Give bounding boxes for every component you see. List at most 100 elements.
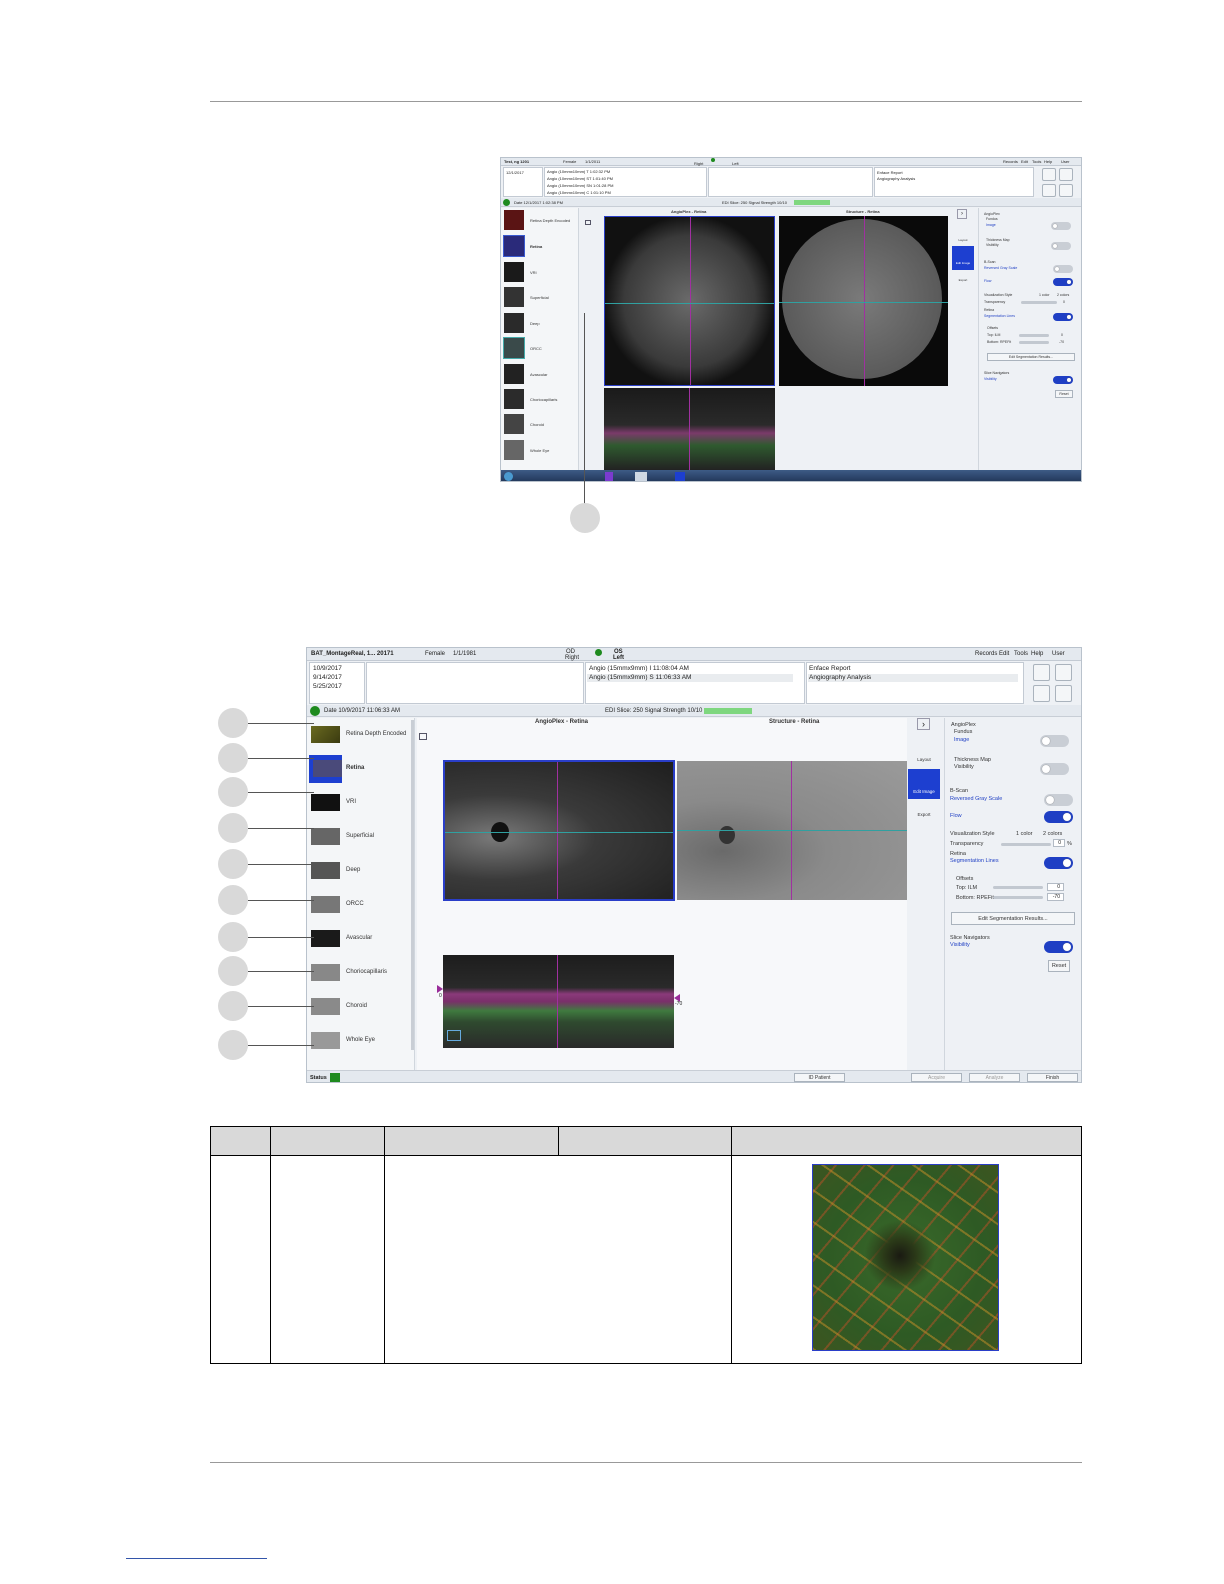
scan-item[interactable]: Angio (10mmx10mm) T 1:02:32 PM xyxy=(547,169,610,174)
structure-image[interactable] xyxy=(779,216,948,386)
report-list[interactable]: Enface Report Angiography Analysis xyxy=(874,167,1034,197)
thickness-map-toggle[interactable] xyxy=(1051,242,1071,250)
bscan-image[interactable] xyxy=(443,955,674,1048)
top-offset-slider[interactable] xyxy=(1019,334,1049,337)
menu-help[interactable]: Help xyxy=(1031,651,1043,657)
slice-navigator-horizontal[interactable] xyxy=(445,832,673,833)
bottom-offset-value[interactable]: -70 xyxy=(1059,340,1064,344)
scan-list[interactable]: Angio (10mmx10mm) T 1:02:32 PM Angio (10… xyxy=(544,167,707,197)
thumb-vri[interactable] xyxy=(504,262,524,282)
transparency-slider[interactable] xyxy=(1021,301,1057,304)
printer-icon[interactable] xyxy=(1033,685,1050,702)
menu-tools[interactable]: Tools xyxy=(1014,651,1028,657)
slice-navigator-horizontal[interactable] xyxy=(779,302,948,303)
top-offset-value[interactable]: 0 xyxy=(1061,333,1063,337)
menu-edit[interactable]: Edit xyxy=(1021,159,1028,164)
one-color-radio[interactable]: 1 color xyxy=(1016,831,1033,837)
finish-button[interactable]: Finish xyxy=(1027,1073,1078,1082)
trash-icon[interactable] xyxy=(1059,184,1073,197)
reversed-gray-toggle[interactable] xyxy=(1044,794,1073,806)
thumb-choroid[interactable] xyxy=(504,414,524,434)
thumb-whole-eye[interactable] xyxy=(311,1032,340,1049)
seg-lines-toggle[interactable] xyxy=(1053,313,1073,321)
bscan-slice-line[interactable] xyxy=(557,955,558,1048)
acquire-button[interactable]: Acquire xyxy=(911,1073,962,1082)
menu-tools[interactable]: Tools xyxy=(1032,159,1041,164)
printer-icon[interactable] xyxy=(1042,184,1056,197)
thumb-whole-eye[interactable] xyxy=(504,440,524,460)
slice-visibility-toggle[interactable] xyxy=(1053,376,1073,384)
slice-visibility-toggle[interactable] xyxy=(1044,941,1073,953)
reset-button[interactable]: Reset xyxy=(1048,960,1070,972)
eye-right-label[interactable]: Right xyxy=(694,161,703,166)
reset-button[interactable]: Reset xyxy=(1055,390,1073,398)
thumb-choriocapillaris[interactable] xyxy=(504,389,524,409)
visit-date-item[interactable]: 5/25/2017 xyxy=(313,683,342,690)
two-colors-radio[interactable]: 2 colors xyxy=(1043,831,1062,837)
reversed-gray-toggle[interactable] xyxy=(1053,265,1073,273)
trash-icon[interactable] xyxy=(1055,685,1072,702)
thumb-avascular[interactable] xyxy=(504,364,524,384)
angioplex-image[interactable] xyxy=(443,760,675,901)
flow-toggle[interactable] xyxy=(1044,811,1073,823)
thumb-orcc[interactable] xyxy=(503,337,525,359)
export-tool[interactable]: Export xyxy=(908,805,940,825)
scan-item[interactable]: Angio (10mmx10mm) SN 1:01:28 PM xyxy=(547,183,613,188)
scan-item[interactable]: Angio (10mmx10mm) C 1:01:10 PM xyxy=(547,190,611,195)
layout-grid-icon[interactable] xyxy=(419,733,427,740)
taskbar-app-icon[interactable] xyxy=(675,472,685,481)
export-tool[interactable]: Export xyxy=(952,272,974,286)
visit-date-list[interactable]: 12/1/2017 xyxy=(503,167,543,197)
thickness-map-toggle[interactable] xyxy=(1040,763,1069,775)
thumb-choriocapillaris[interactable] xyxy=(311,964,340,981)
scan-item[interactable]: Angio (15mmx9mm) I 11:08:04 AM xyxy=(589,665,689,672)
visit-date-list[interactable]: 10/9/2017 9/14/2017 5/25/2017 xyxy=(309,662,365,704)
menu-user[interactable]: User xyxy=(1052,651,1065,657)
edit-segmentation-button[interactable]: Edit Segmentation Results... xyxy=(987,353,1075,361)
structure-image[interactable] xyxy=(677,761,907,900)
menu-user[interactable]: User xyxy=(1061,159,1069,164)
scan-item[interactable]: Angio (10mmx10mm) ST 1:01:40 PM xyxy=(547,176,613,181)
thumb-retina-depth-encoded[interactable] xyxy=(311,726,340,743)
thumb-avascular[interactable] xyxy=(311,930,340,947)
taskbar-app-icon[interactable] xyxy=(605,472,613,481)
bottom-offset-slider[interactable] xyxy=(1019,341,1049,344)
thumb-deep[interactable] xyxy=(311,862,340,879)
top-offset-value[interactable]: 0 xyxy=(1047,883,1064,891)
one-color-radio[interactable]: 1 color xyxy=(1039,293,1050,297)
menu-records[interactable]: Records xyxy=(975,651,997,657)
thumb-orcc[interactable] xyxy=(311,896,340,913)
slice-navigator-vertical[interactable] xyxy=(864,216,865,386)
print-icon[interactable] xyxy=(1033,664,1050,681)
top-offset-slider[interactable] xyxy=(993,886,1043,889)
edit-segmentation-button[interactable]: Edit Segmentation Results... xyxy=(951,912,1075,925)
report-item[interactable]: Enface Report xyxy=(809,665,851,672)
id-patient-button[interactable]: ID Patient xyxy=(794,1073,845,1082)
transparency-value[interactable]: 0 xyxy=(1053,839,1065,847)
seg-lines-toggle[interactable] xyxy=(1044,857,1073,869)
report-item[interactable]: Enface Report xyxy=(877,170,903,175)
bscan-image[interactable] xyxy=(604,388,775,470)
flow-toggle[interactable] xyxy=(1053,278,1073,286)
report-list[interactable]: Enface Report Angiography Analysis xyxy=(806,662,1024,704)
visit-date-item[interactable]: 9/14/2017 xyxy=(313,674,342,681)
layout-tool[interactable]: Layout xyxy=(908,744,940,766)
thumb-superficial[interactable] xyxy=(504,287,524,307)
thumb-scrollbar[interactable] xyxy=(411,720,414,1050)
settings-icon[interactable] xyxy=(1055,664,1072,681)
angioplex-image[interactable] xyxy=(604,216,775,386)
thumb-deep[interactable] xyxy=(504,313,524,333)
taskbar-app-icon[interactable] xyxy=(635,472,647,481)
thumb-choroid[interactable] xyxy=(311,998,340,1015)
report-item[interactable]: Angiography Analysis xyxy=(809,674,871,681)
bottom-offset-value[interactable]: -70 xyxy=(1047,893,1064,901)
slice-navigator-horizontal[interactable] xyxy=(677,830,907,831)
analyze-button[interactable]: Analyze xyxy=(969,1073,1020,1082)
print-icon[interactable] xyxy=(1042,168,1056,181)
menu-edit[interactable]: Edit xyxy=(999,651,1009,657)
start-button-icon[interactable] xyxy=(504,472,513,481)
expand-chevron-icon[interactable]: › xyxy=(957,209,967,219)
thumb-superficial[interactable] xyxy=(311,828,340,845)
bottom-offset-slider[interactable] xyxy=(993,896,1043,899)
slice-navigator-vertical[interactable] xyxy=(690,217,691,385)
